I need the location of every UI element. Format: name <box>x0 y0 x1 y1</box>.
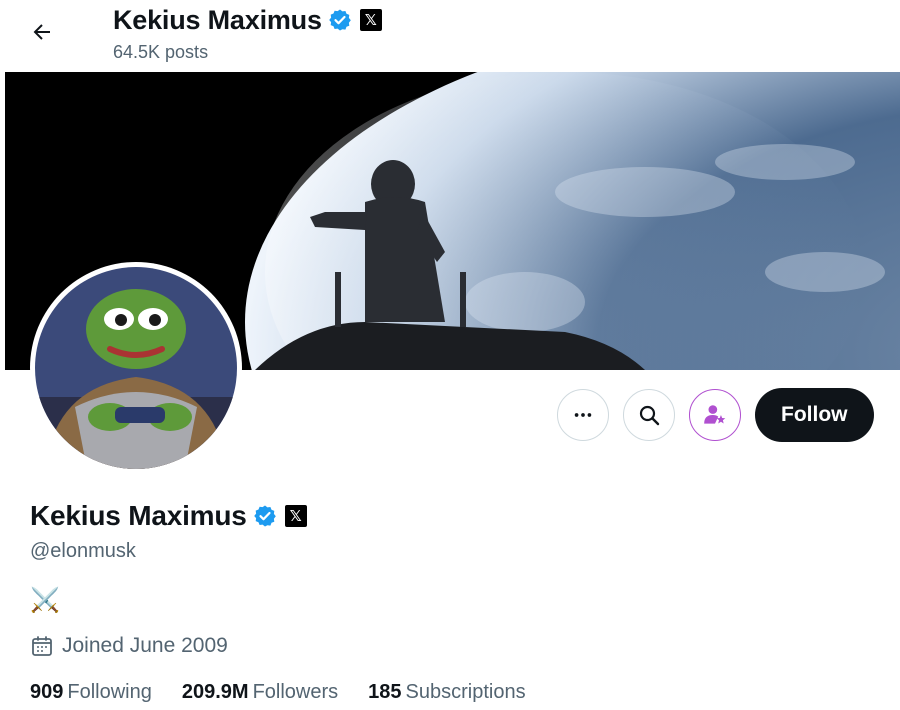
subscriptions-label: Subscriptions <box>405 681 526 703</box>
verified-badge-icon <box>328 8 352 32</box>
search-profile-button[interactable] <box>623 389 675 441</box>
followers-label: Followers <box>252 681 339 703</box>
post-count: 64.5K posts <box>113 42 209 62</box>
joined-date: Joined June 2009 <box>30 634 228 658</box>
subscriptions-link[interactable]: 185 Subscriptions <box>368 681 525 704</box>
arrow-left-icon <box>33 24 50 40</box>
profile-name: Kekius Maximus <box>30 500 247 531</box>
subscribe-button[interactable] <box>689 389 741 441</box>
top-bar: Kekius Maximus 𝕏 64.5K posts <box>0 0 900 72</box>
profile-stats: 909 Following 209.9M Followers 185 Subscrip… <box>30 681 556 704</box>
header-title: Kekius Maximus <box>113 4 322 35</box>
search-icon <box>639 405 660 426</box>
following-link[interactable]: 909 Following <box>30 681 152 704</box>
followers-link[interactable]: 209.9M Followers <box>182 681 338 704</box>
profile-handle: @elonmusk <box>30 540 136 562</box>
following-count: 909 <box>30 681 64 703</box>
follow-button[interactable]: Follow <box>755 388 874 442</box>
followers-count: 209.9M <box>181 681 249 703</box>
calendar-icon <box>32 636 52 656</box>
joined-text: Joined June 2009 <box>62 634 228 657</box>
profile-name-row: Kekius Maximus 𝕏 <box>30 497 307 535</box>
subscriptions-count: 185 <box>368 681 402 703</box>
affiliate-x-badge-icon[interactable]: 𝕏 <box>284 505 307 527</box>
verified-badge-icon[interactable] <box>253 504 277 528</box>
back-button[interactable] <box>22 12 62 52</box>
avatar-image <box>35 267 237 469</box>
more-horizontal-icon <box>574 413 592 417</box>
header-name-row: Kekius Maximus 𝕏 <box>113 2 382 38</box>
profile-avatar[interactable] <box>30 262 242 474</box>
more-button[interactable] <box>557 389 609 441</box>
following-label: Following <box>67 681 152 703</box>
profile-actions: Follow <box>557 388 874 442</box>
profile-bio: ⚔️ <box>30 587 60 614</box>
subscribe-user-star-icon <box>704 405 726 424</box>
affiliate-x-badge-icon: 𝕏 <box>359 9 382 31</box>
